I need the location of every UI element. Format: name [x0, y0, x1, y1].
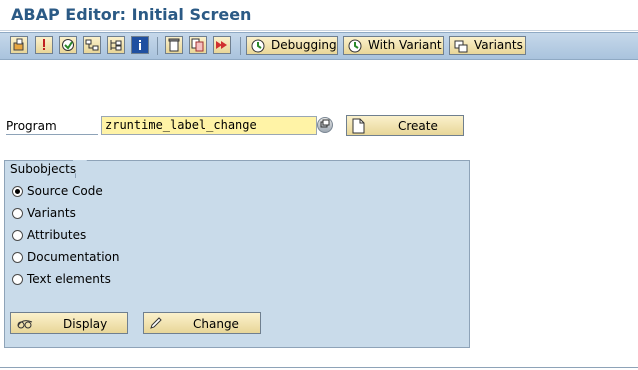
where-used-icon[interactable] — [83, 36, 101, 54]
variants-label: Variants — [474, 38, 523, 52]
change-label: Change — [193, 317, 239, 331]
value-help-icon — [320, 119, 330, 128]
radio-label: Text elements — [27, 272, 111, 286]
radio-label: Variants — [27, 206, 76, 220]
other-object-icon[interactable] — [10, 36, 28, 54]
program-label: Program — [6, 119, 57, 133]
with-variant-label: With Variant — [368, 38, 442, 52]
object-list-icon[interactable] — [107, 36, 125, 54]
radio-button[interactable] — [12, 230, 23, 241]
value-help-button[interactable] — [317, 117, 333, 133]
label-underline — [6, 134, 98, 135]
with-variant-button[interactable]: With Variant — [343, 36, 444, 55]
radio-button[interactable] — [12, 186, 23, 197]
pencil-icon — [150, 317, 162, 329]
title-bar: ABAP Editor: Initial Screen — [0, 0, 638, 31]
radio-button[interactable] — [12, 274, 23, 285]
page-title: ABAP Editor: Initial Screen — [11, 5, 252, 24]
radio-button[interactable] — [12, 208, 23, 219]
radio-label: Attributes — [27, 228, 87, 242]
toolbar-separator — [240, 37, 241, 55]
create-icon — [352, 118, 365, 134]
rename-icon[interactable] — [213, 36, 231, 54]
subobjects-title: Subobjects — [10, 162, 77, 176]
display-button[interactable]: Display — [10, 312, 128, 334]
debugging-label: Debugging — [271, 38, 337, 52]
delete-icon[interactable] — [165, 36, 183, 54]
syntax-check-icon[interactable] — [35, 36, 53, 54]
activate-icon[interactable] — [59, 36, 77, 54]
display-icon — [17, 320, 33, 329]
radio-button[interactable] — [12, 252, 23, 263]
variants-icon — [454, 40, 468, 53]
create-button[interactable]: Create — [346, 115, 464, 136]
footer-divider — [0, 367, 638, 368]
program-input[interactable]: zruntime_label_change — [101, 116, 317, 135]
display-label: Display — [63, 317, 108, 331]
debugging-button[interactable]: Debugging — [246, 36, 338, 55]
copy-icon[interactable] — [189, 36, 207, 54]
create-label: Create — [398, 119, 438, 133]
execute-icon — [348, 39, 362, 53]
variants-button[interactable]: Variants — [449, 36, 526, 55]
toolbar-separator — [157, 37, 158, 55]
radio-label: Documentation — [27, 250, 120, 264]
debugging-icon — [251, 39, 265, 53]
application-toolbar: Debugging With Variant Variants — [0, 32, 638, 60]
radio-label: Source Code — [27, 184, 103, 198]
change-button[interactable]: Change — [143, 312, 261, 334]
info-icon[interactable] — [131, 36, 149, 54]
